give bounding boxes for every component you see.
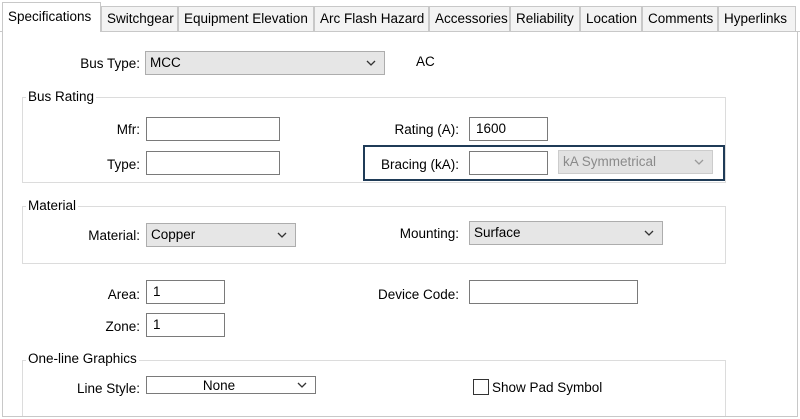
tab-label: Hyperlinks <box>724 11 788 26</box>
chevron-down-icon <box>694 159 704 165</box>
tab-arc-flash-hazard[interactable]: Arc Flash Hazard <box>314 6 429 31</box>
tab-equipment-elevation[interactable]: Equipment Elevation <box>178 6 314 31</box>
bus-type-label: Bus Type: <box>80 56 140 71</box>
bus-type-select[interactable]: MCC <box>145 51 385 75</box>
material-value: Copper <box>151 227 196 242</box>
show-pad-symbol-label: Show Pad Symbol <box>492 380 603 395</box>
type-input[interactable] <box>146 151 280 175</box>
mounting-label: Mounting: <box>399 226 459 241</box>
bracing-unit-select[interactable]: kA Symmetrical <box>558 150 713 174</box>
bus-type-value: MCC <box>150 55 181 70</box>
tab-specifications[interactable]: Specifications <box>2 2 101 32</box>
bus-rating-title: Bus Rating <box>26 89 97 104</box>
chevron-down-icon <box>277 232 287 238</box>
chevron-down-icon <box>644 230 654 236</box>
tab-label: Specifications <box>8 9 92 24</box>
mfr-input[interactable] <box>146 117 280 141</box>
line-style-select[interactable]: None <box>146 376 316 394</box>
tab-label: Comments <box>648 11 714 26</box>
tab-label: Equipment Elevation <box>184 11 308 26</box>
mfr-label: Mfr: <box>116 122 140 137</box>
area-value: 1 <box>153 284 161 299</box>
device-code-label: Device Code: <box>377 287 459 302</box>
bracing-input[interactable] <box>469 151 548 175</box>
bracing-label: Bracing (kA): <box>380 157 459 172</box>
tab-label: Reliability <box>516 11 574 26</box>
line-style-label: Line Style: <box>76 381 140 396</box>
zone-input[interactable]: 1 <box>146 313 225 337</box>
mounting-value: Surface <box>474 225 521 240</box>
bracing-unit-value: kA Symmetrical <box>563 154 657 169</box>
tab-label: Location <box>586 11 638 26</box>
material-select[interactable]: Copper <box>146 223 296 247</box>
line-style-value: None <box>202 378 236 393</box>
type-label: Type: <box>106 157 140 172</box>
show-pad-symbol-checkbox[interactable] <box>473 379 489 395</box>
tab-comments[interactable]: Comments <box>642 6 718 31</box>
current-type-text: AC <box>416 54 435 69</box>
tab-label: Accessories <box>435 11 508 26</box>
area-input[interactable]: 1 <box>146 280 225 304</box>
oneline-graphics-title: One-line Graphics <box>26 351 139 366</box>
tab-accessories[interactable]: Accessories <box>429 6 510 31</box>
tab-bar: Specifications Switchgear Equipment Elev… <box>0 0 800 32</box>
material-title: Material <box>26 198 79 213</box>
tab-label: Arc Flash Hazard <box>320 11 425 26</box>
tab-switchgear[interactable]: Switchgear <box>101 6 178 31</box>
rating-label: Rating (A): <box>394 122 459 137</box>
rating-value: 1600 <box>476 121 507 136</box>
zone-value: 1 <box>153 317 161 332</box>
rating-input[interactable]: 1600 <box>469 117 548 141</box>
material-label: Material: <box>88 228 140 243</box>
tab-hyperlinks[interactable]: Hyperlinks <box>718 6 796 31</box>
tab-label: Switchgear <box>107 11 174 26</box>
mounting-select[interactable]: Surface <box>469 221 663 245</box>
zone-label: Zone: <box>105 319 140 334</box>
tab-reliability[interactable]: Reliability <box>510 6 580 31</box>
tab-location[interactable]: Location <box>580 6 642 31</box>
device-code-input[interactable] <box>469 280 638 304</box>
chevron-down-icon <box>297 382 307 388</box>
chevron-down-icon <box>366 60 376 66</box>
area-label: Area: <box>107 287 140 302</box>
